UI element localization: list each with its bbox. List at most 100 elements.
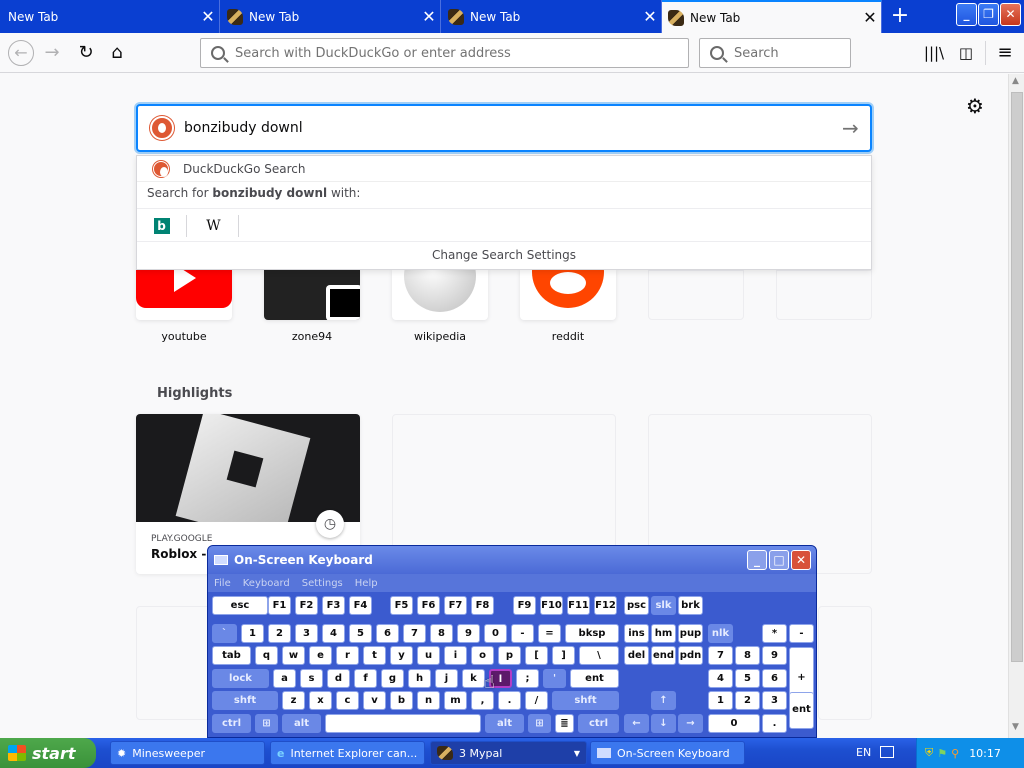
task-mypal[interactable]: 3 Mypal ▼ <box>430 741 587 765</box>
osk-title-bar[interactable]: On-Screen Keyboard _ □ ✕ <box>208 546 816 574</box>
osk-key[interactable]: ↑ <box>651 691 676 710</box>
osk-key[interactable]: esc <box>212 596 268 615</box>
osk-key[interactable]: n <box>417 691 440 710</box>
osk-key[interactable]: 3 <box>295 624 318 643</box>
osk-key[interactable]: g <box>381 669 404 688</box>
osk-key[interactable]: bksp <box>565 624 619 643</box>
osk-key[interactable]: 2 <box>735 691 760 710</box>
osk-key[interactable]: psc <box>624 596 649 615</box>
back-arrow-icon[interactable]: ← <box>8 40 34 66</box>
osk-key[interactable]: i <box>444 646 467 665</box>
close-icon[interactable]: ✕ <box>639 7 661 26</box>
task-on-screen-keyboard[interactable]: On-Screen Keyboard <box>590 741 745 765</box>
osk-key[interactable]: F4 <box>349 596 372 615</box>
osk-key[interactable]: w <box>282 646 305 665</box>
osk-key[interactable]: ctrl <box>212 714 251 733</box>
osk-key[interactable]: → <box>678 714 703 733</box>
osk-key[interactable]: tab <box>212 646 251 665</box>
osk-key[interactable]: - <box>511 624 534 643</box>
osk-key[interactable]: b <box>390 691 413 710</box>
osk-menu-keyboard[interactable]: Keyboard <box>243 578 290 589</box>
language-indicator[interactable]: EN <box>856 746 871 759</box>
network-icon[interactable]: ⚑ <box>937 747 947 760</box>
osk-key[interactable]: lock <box>212 669 269 688</box>
osk-key[interactable]: F12 <box>594 596 617 615</box>
osk-key[interactable]: 7 <box>403 624 426 643</box>
osk-key[interactable]: alt <box>485 714 524 733</box>
osk-menu-file[interactable]: File <box>214 578 231 589</box>
osk-key[interactable]: 7 <box>708 646 733 665</box>
top-site-youtube[interactable] <box>136 270 232 320</box>
scroll-down-icon[interactable]: ▼ <box>1012 722 1019 732</box>
suggestion-duckduckgo[interactable]: DuckDuckGo Search <box>137 156 871 182</box>
url-bar[interactable]: Search with DuckDuckGo or enter address <box>200 38 689 68</box>
close-icon[interactable]: ✕ <box>859 8 881 27</box>
osk-key[interactable]: F6 <box>417 596 440 615</box>
top-site-zone94[interactable] <box>264 270 360 320</box>
osk-key[interactable]: - <box>789 624 814 643</box>
osk-key[interactable]: F10 <box>540 596 563 615</box>
close-icon[interactable]: ✕ <box>418 7 440 26</box>
osk-key[interactable]: nlk <box>708 624 733 643</box>
osk-close-button[interactable]: ✕ <box>791 550 811 570</box>
osk-key[interactable]: m <box>444 691 467 710</box>
osk-key[interactable]: 5 <box>349 624 372 643</box>
osk-key[interactable]: 3 <box>762 691 787 710</box>
osk-key[interactable]: 2 <box>268 624 291 643</box>
osk-key[interactable]: x <box>309 691 332 710</box>
osk-key[interactable]: t <box>363 646 386 665</box>
osk-key[interactable]: , <box>471 691 494 710</box>
forward-arrow-icon[interactable]: → <box>40 41 64 65</box>
top-site-empty[interactable] <box>648 270 744 320</box>
task-internet-explorer[interactable]: e Internet Explorer can... <box>270 741 425 765</box>
osk-key[interactable]: ` <box>212 624 237 643</box>
osk-key[interactable]: ↓ <box>651 714 676 733</box>
osk-key[interactable]: ctrl <box>578 714 619 733</box>
osk-key[interactable]: shft <box>212 691 278 710</box>
osk-key[interactable]: q <box>255 646 278 665</box>
osk-key[interactable]: 8 <box>735 646 760 665</box>
tab-4-active[interactable]: New Tab ✕ <box>662 0 882 33</box>
new-tab-plus-icon[interactable]: + <box>884 0 916 33</box>
osk-key[interactable]: F8 <box>471 596 494 615</box>
start-button[interactable]: start <box>0 738 96 768</box>
osk-key[interactable]: F9 <box>513 596 536 615</box>
wikipedia-engine-button[interactable]: W <box>189 215 239 237</box>
osk-key[interactable]: 4 <box>322 624 345 643</box>
osk-key[interactable]: ' <box>543 669 566 688</box>
osk-key[interactable]: F11 <box>567 596 590 615</box>
scroll-up-icon[interactable]: ▲ <box>1012 76 1019 86</box>
new-tab-search-input[interactable]: bonzibudy downl <box>184 120 842 136</box>
close-icon[interactable]: ✕ <box>197 7 219 26</box>
osk-key[interactable]: 1 <box>241 624 264 643</box>
osk-key[interactable]: F5 <box>390 596 413 615</box>
osk-key[interactable]: 9 <box>762 646 787 665</box>
change-search-settings-button[interactable]: Change Search Settings <box>137 244 871 266</box>
osk-key[interactable]: [ <box>525 646 548 665</box>
osk-key[interactable]: 0 <box>484 624 507 643</box>
osk-numpad-key[interactable]: ent <box>789 692 814 729</box>
top-site-wikipedia[interactable] <box>392 270 488 320</box>
osk-key[interactable]: 8 <box>430 624 453 643</box>
new-tab-search-box[interactable]: bonzibudy downl → <box>136 104 872 152</box>
osk-key[interactable]: 9 <box>457 624 480 643</box>
gear-icon[interactable]: ⚙ <box>966 94 984 118</box>
osk-key[interactable]: 4 <box>708 669 733 688</box>
osk-key[interactable]: . <box>762 714 787 733</box>
osk-key[interactable]: 6 <box>376 624 399 643</box>
osk-key[interactable]: ent <box>570 669 619 688</box>
osk-key[interactable]: y <box>390 646 413 665</box>
osk-key[interactable] <box>325 714 481 733</box>
osk-key[interactable]: alt <box>282 714 321 733</box>
osk-key[interactable]: end <box>651 646 676 665</box>
osk-key[interactable]: z <box>282 691 305 710</box>
home-icon[interactable]: ⌂ <box>105 41 129 65</box>
osk-key[interactable]: . <box>498 691 521 710</box>
osk-key[interactable]: \ <box>579 646 619 665</box>
minimize-window-button[interactable]: _ <box>956 3 977 26</box>
top-site-reddit[interactable] <box>520 270 616 320</box>
osk-maximize-button[interactable]: □ <box>769 550 789 570</box>
task-minesweeper[interactable]: ✹ Minesweeper <box>110 741 265 765</box>
close-window-button[interactable]: ✕ <box>1000 3 1021 26</box>
search-tray-icon[interactable]: ⚲ <box>951 747 959 760</box>
